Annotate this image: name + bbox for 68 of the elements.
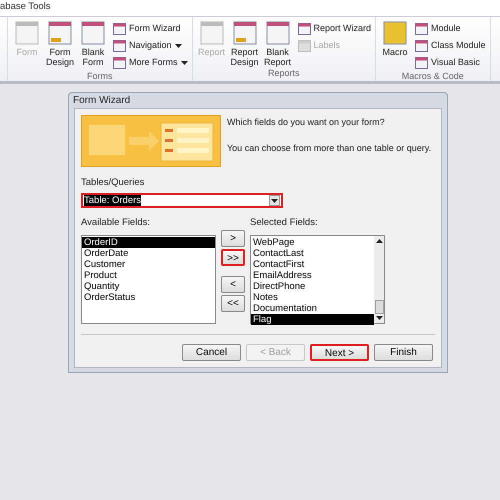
document-icon (232, 21, 258, 45)
scrollbar[interactable] (374, 236, 384, 322)
document-icon (47, 21, 73, 45)
dropdown-caret-icon[interactable] (174, 44, 182, 48)
dropdown-caret-icon[interactable] (180, 60, 188, 64)
form-icon (113, 40, 126, 52)
field-label: Tables/Queries (81, 176, 146, 190)
form-icon (298, 40, 311, 52)
dialog-button[interactable]: >> (221, 249, 245, 266)
hint-text: You can choose from more than one table or query. (227, 142, 432, 155)
scroll-down-icon[interactable] (376, 316, 382, 320)
list-item[interactable]: ContactFirst (251, 258, 374, 270)
list-item[interactable]: Customer (82, 258, 215, 270)
group-label: Macros & Code (400, 70, 465, 83)
list-item[interactable]: Notes (251, 292, 374, 302)
dialog-button[interactable]: Cancel (182, 344, 241, 360)
dropdown-button[interactable] (269, 195, 280, 206)
ribbon-button[interactable]: Module (415, 21, 486, 36)
list-item[interactable]: OrderID (82, 236, 215, 248)
list-item[interactable]: OrderStatus (82, 292, 215, 302)
window-title: Form Wizard (72, 94, 132, 108)
document-icon (264, 21, 291, 45)
list-item[interactable]: EmailAddress (251, 270, 374, 280)
ribbon-button[interactable]: Visual Basic (415, 55, 486, 70)
dialog-button[interactable]: Finish (374, 344, 433, 360)
tables-dropdown[interactable]: Table: Orders (81, 193, 283, 208)
ribbon-button[interactable]: Class Module (415, 38, 486, 53)
group-label: Forms (86, 70, 114, 83)
field-list[interactable]: WebPage ContactLast ContactFirst EmailAddress DirectPhone Notes Documentation Flag (250, 234, 385, 324)
form-icon (113, 22, 126, 34)
field-label: Available Fields: (81, 216, 152, 230)
ribbon-button[interactable]: Form Design (45, 21, 75, 70)
ribbon-button[interactable]: Report Design (230, 21, 260, 67)
document-icon (14, 21, 40, 45)
ribbon-button[interactable]: More Forms (113, 55, 188, 70)
form-icon (415, 56, 428, 68)
ribbon-button[interactable]: Report Wizard (298, 21, 372, 36)
ribbon-button[interactable]: Form Wizard (113, 21, 188, 36)
scroll-thumb[interactable] (374, 300, 384, 314)
dropdown-caret-icon[interactable] (271, 198, 278, 203)
list-item[interactable]: OrderDate (82, 248, 215, 258)
dialog-button[interactable]: > (221, 230, 245, 248)
ribbon-button[interactable]: Macro (380, 21, 410, 70)
document-icon (198, 21, 225, 45)
list-item[interactable]: DirectPhone (251, 280, 374, 292)
group-label: Reports (267, 67, 301, 80)
document-icon (80, 21, 106, 45)
dialog-button[interactable]: < (221, 276, 245, 294)
ribbon-tab[interactable]: abase Tools (0, 0, 51, 16)
ribbon-button[interactable]: Blank Report (262, 21, 293, 67)
scroll-up-icon[interactable] (376, 238, 382, 242)
form-icon (113, 56, 126, 68)
form-icon (415, 22, 428, 34)
list-item[interactable]: WebPage (251, 236, 374, 248)
list-item[interactable]: Product (82, 270, 215, 280)
list-item[interactable]: Documentation (251, 302, 374, 314)
form-icon (298, 22, 311, 34)
dialog-button[interactable]: Next > (310, 344, 369, 360)
field-label: Selected Fields: (250, 216, 319, 230)
ribbon-button[interactable]: Blank Form (78, 21, 108, 70)
ribbon-button[interactable]: Navigation (113, 38, 188, 53)
question-text: Which fields do you want on your form? (227, 116, 386, 129)
field-list[interactable]: OrderID OrderDate Customer Product Quantity OrderStatus (81, 234, 216, 324)
list-item[interactable]: ContactLast (251, 248, 374, 258)
form-icon (415, 40, 428, 52)
list-item[interactable]: Flag (251, 314, 374, 324)
dialog-button[interactable]: << (221, 295, 245, 312)
list-item[interactable]: Quantity (82, 280, 215, 292)
